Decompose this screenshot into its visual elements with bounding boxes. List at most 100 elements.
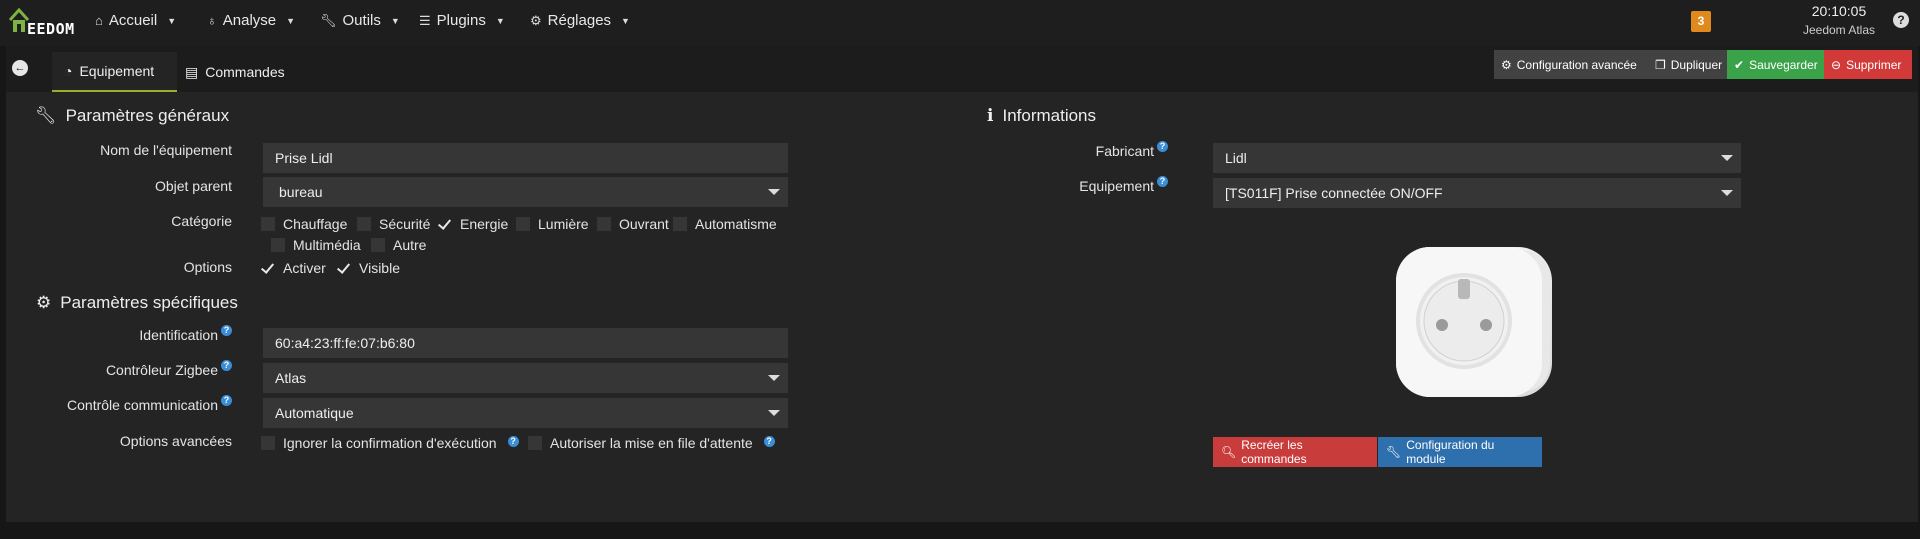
tasks-icon: ☰ <box>419 12 431 28</box>
module-config-button[interactable]: 🔧︎ Configuration du module <box>1378 437 1542 467</box>
category-automatisme[interactable]: Automatisme <box>673 216 777 232</box>
category-label-text: Automatisme <box>695 216 777 232</box>
brand-text: EEDOM <box>27 20 75 38</box>
parent-select[interactable]: bureau <box>263 177 788 207</box>
options-label: Options <box>183 259 232 275</box>
home-icon: ⌂ <box>95 13 103 28</box>
chevron-down-icon <box>768 375 780 381</box>
question-circle-icon[interactable]: ? <box>507 435 519 447</box>
controller-label-text: Contrôleur Zigbee <box>105 362 218 378</box>
category-label-text: Sécurité <box>379 216 431 232</box>
help-icon[interactable]: ? <box>1893 12 1909 28</box>
info-title-text: Informations <box>1002 106 1097 125</box>
category-energie[interactable]: Energie <box>438 216 508 232</box>
minus-circle-icon: ⊖ <box>1831 57 1842 72</box>
checkbox[interactable] <box>261 261 275 275</box>
comm-select[interactable]: Automatique <box>263 398 788 428</box>
question-circle-icon[interactable]: ? <box>221 325 232 336</box>
parent-select-value: bureau <box>279 184 323 200</box>
option-label-text: Visible <box>359 260 400 276</box>
category-ouvrant[interactable]: Ouvrant <box>597 216 669 232</box>
wrench-icon: 🔧︎ <box>1386 445 1402 459</box>
delete-button[interactable]: ⊖ Supprimer <box>1824 50 1912 79</box>
nav-plugins[interactable]: ☰ Plugins ▼ <box>419 12 505 29</box>
nav-analyse-label: Analyse <box>222 12 277 29</box>
jeedom-logo[interactable]: EEDOM <box>6 4 74 42</box>
nav-analyse[interactable]: ♁ Analyse ▼ <box>207 12 295 29</box>
checkbox[interactable] <box>337 261 351 275</box>
tab-commandes[interactable]: ▤ Commandes <box>173 52 293 92</box>
checkbox[interactable] <box>673 217 687 231</box>
duplicate-button[interactable]: ❐ Dupliquer <box>1648 50 1727 79</box>
cogs-icon: ⚙ <box>36 293 52 312</box>
checkbox[interactable] <box>261 436 275 450</box>
category-securite[interactable]: Sécurité <box>357 216 430 232</box>
controller-label: Contrôleur Zigbee? <box>40 360 232 378</box>
category-label-text: Lumière <box>538 216 589 232</box>
checkbox[interactable] <box>438 217 452 231</box>
chevron-down-icon <box>1721 190 1733 196</box>
checkbox[interactable] <box>261 217 275 231</box>
tachometer-icon: ◔ <box>64 63 73 79</box>
category-lumiere[interactable]: Lumière <box>516 216 589 232</box>
checkbox[interactable] <box>271 238 285 252</box>
maker-select[interactable]: Lidl <box>1213 143 1741 173</box>
checkbox[interactable] <box>357 217 371 231</box>
save-label: Sauvegarder <box>1749 57 1818 72</box>
equip-label-text: Equipement <box>1079 178 1154 194</box>
checkbox[interactable] <box>597 217 611 231</box>
cogs-icon: ⚙ <box>1501 57 1512 72</box>
question-circle-icon[interactable]: ? <box>1157 141 1168 152</box>
equip-label: Equipement? <box>990 176 1168 194</box>
option-activer[interactable]: Activer <box>261 260 326 276</box>
adv-option-ignore-confirm[interactable]: Ignorer la confirmation d'exécution? <box>261 435 519 451</box>
maker-select-value: Lidl <box>1225 150 1247 166</box>
adv-option-queue[interactable]: Autoriser la mise en file d'attente? <box>528 435 775 451</box>
tab-equipement[interactable]: ◔ Equipement <box>52 52 177 92</box>
name-label: Nom de l'équipement <box>100 142 232 158</box>
info-icon: i <box>987 106 994 126</box>
ident-label-text: Identification <box>139 327 218 343</box>
chevron-down-icon <box>768 189 780 195</box>
question-circle-icon[interactable]: ? <box>1157 176 1168 187</box>
equip-select[interactable]: [TS011F] Prise connectée ON/OFF <box>1213 178 1741 208</box>
caret-down-icon: ▼ <box>286 15 296 26</box>
nav-reglages[interactable]: ⚙ Réglages ▼ <box>530 12 630 29</box>
checkbox[interactable] <box>528 436 542 450</box>
ident-input[interactable]: 60:a4:23:ff:fe:07:b6:80 <box>263 328 788 358</box>
comm-label-text: Contrôle communication <box>67 397 218 413</box>
option-visible[interactable]: Visible <box>337 260 400 276</box>
adv-options-label: Options avancées <box>119 433 232 449</box>
name-input[interactable]: Prise Lidl <box>263 143 788 173</box>
tab-commandes-label: Commandes <box>205 64 285 80</box>
checkbox[interactable] <box>516 217 530 231</box>
top-navbar: EEDOM ⌂ Accueil ▼ ♁ Analyse ▼ 🔧︎ Outils … <box>0 0 1920 46</box>
ident-label: Identification? <box>40 325 232 343</box>
advanced-config-label: Configuration avancée <box>1516 57 1637 72</box>
checkbox[interactable] <box>371 238 385 252</box>
category-autre[interactable]: Autre <box>371 237 426 253</box>
recreate-commands-button[interactable]: 🔍︎ Recréer les commandes <box>1213 437 1377 467</box>
nav-accueil[interactable]: ⌂ Accueil ▼ <box>95 12 176 29</box>
advanced-config-button[interactable]: ⚙ Configuration avancée <box>1494 50 1648 79</box>
question-circle-icon[interactable]: ? <box>221 360 232 371</box>
category-label-text: Chauffage <box>283 216 348 232</box>
equip-select-value: [TS011F] Prise connectée ON/OFF <box>1225 185 1443 201</box>
notification-badge[interactable]: 3 <box>1691 11 1711 32</box>
save-button[interactable]: ✔ Sauvegarder <box>1727 50 1824 79</box>
wrench-icon: 🔧︎ <box>35 106 57 125</box>
back-arrow-icon[interactable]: ← <box>12 60 28 76</box>
caret-down-icon: ▼ <box>390 15 400 26</box>
nav-outils-label: Outils <box>342 12 381 29</box>
recreate-commands-label: Recréer les commandes <box>1241 438 1307 466</box>
adv-option-label-text: Autoriser la mise en file d'attente <box>550 435 753 451</box>
controller-select[interactable]: Atlas <box>263 363 788 393</box>
delete-label: Supprimer <box>1846 57 1902 72</box>
category-chauffage[interactable]: Chauffage <box>261 216 347 232</box>
category-multimedia[interactable]: Multimédia <box>271 237 361 253</box>
question-circle-icon[interactable]: ? <box>763 435 775 447</box>
caret-down-icon: ▼ <box>167 15 177 26</box>
nav-outils[interactable]: 🔧︎ Outils ▼ <box>320 12 400 29</box>
question-circle-icon[interactable]: ? <box>221 395 232 406</box>
chevron-down-icon <box>1721 155 1733 161</box>
